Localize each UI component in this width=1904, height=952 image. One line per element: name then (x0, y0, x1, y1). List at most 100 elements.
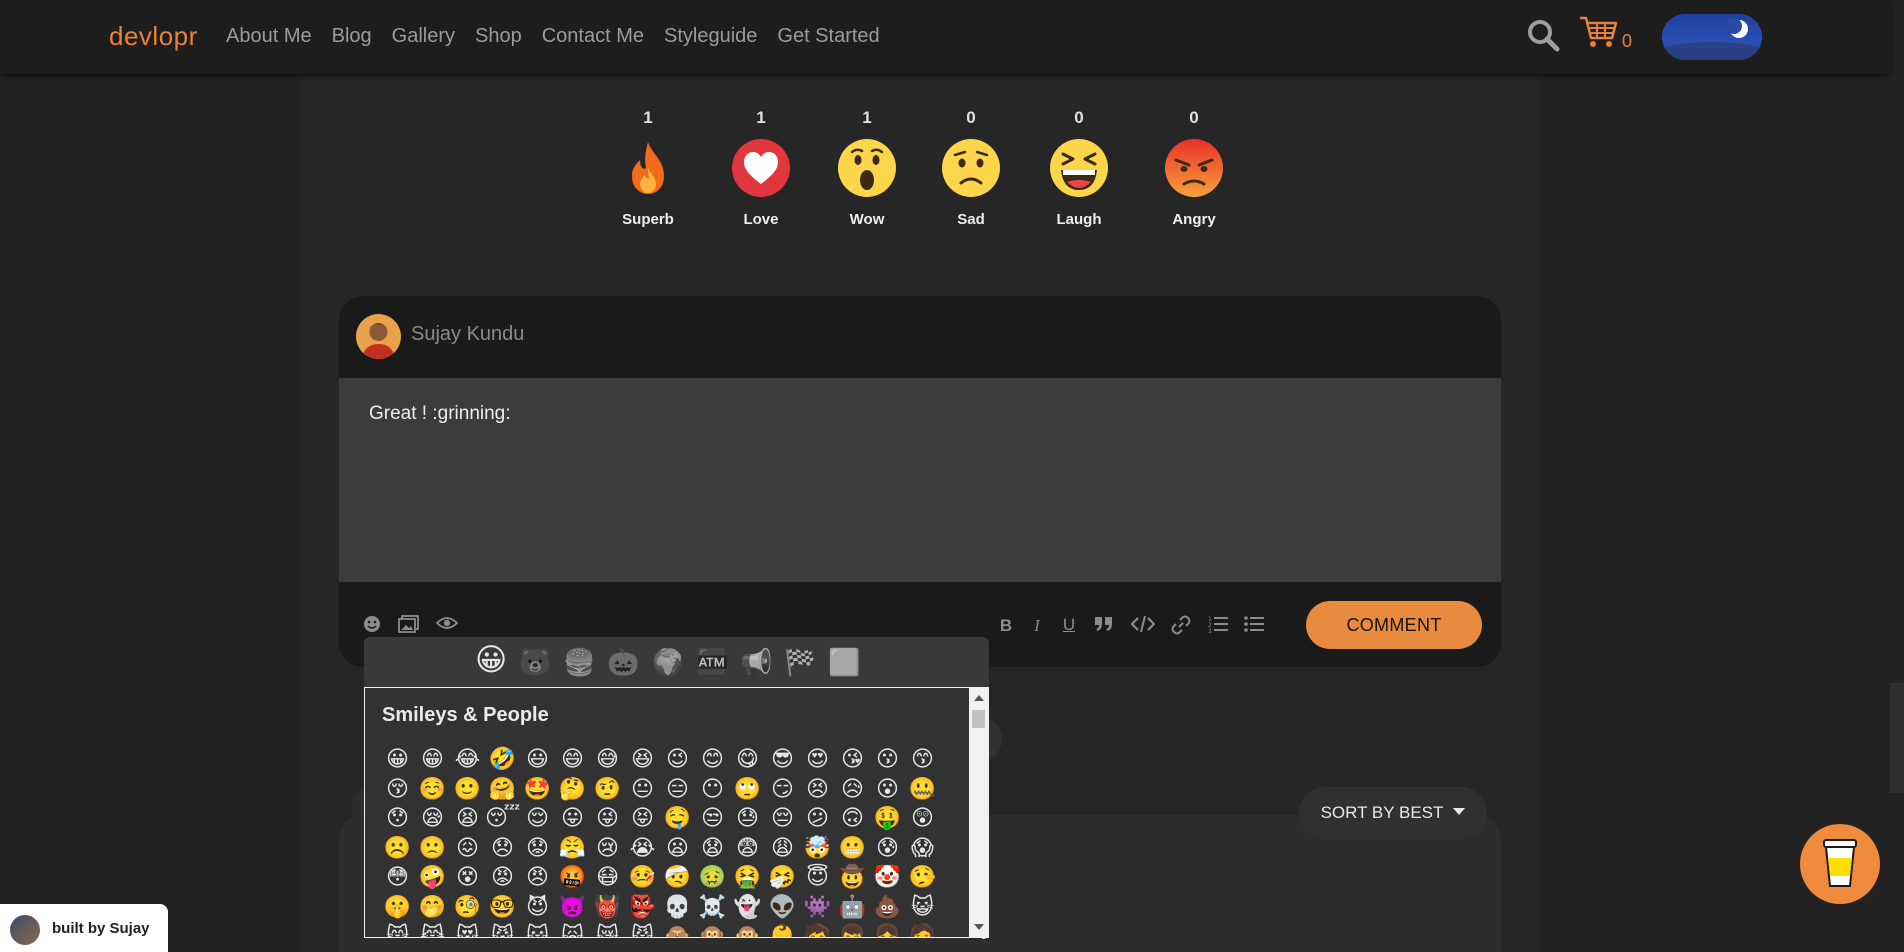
emoji-list[interactable]: Smileys & People 😀 😁 😂 🤣 😃 😄 😅 😆 😉 😊 😋 😎 😍 😘 😗 😙 😚 ☺️ 🙂 🤗 🤩 🤔… (364, 687, 989, 938)
emoji-item[interactable]: 😿 (590, 921, 625, 937)
nav-link-shop[interactable]: Shop (475, 25, 522, 48)
emoji-item[interactable]: 😒 (695, 803, 730, 833)
emoji-item[interactable]: 😇 (800, 862, 835, 892)
emoji-item[interactable]: 😈 (520, 892, 555, 922)
emoji-item[interactable]: ☠️ (695, 892, 730, 922)
emoji-item[interactable]: 💀 (660, 892, 695, 922)
emoji-item[interactable]: 😨 (730, 833, 765, 863)
emoji-item[interactable]: 😉 (660, 744, 695, 774)
emoji-item[interactable]: 😝 (625, 803, 660, 833)
emoji-item[interactable]: 🤪 (415, 862, 450, 892)
emoji-icon[interactable] (361, 615, 383, 637)
emoji-item[interactable]: 😛 (555, 803, 590, 833)
emoji-item[interactable]: 🤤 (660, 803, 695, 833)
emoji-item[interactable]: 👦 (835, 921, 870, 937)
nav-link-about[interactable]: About Me (226, 25, 312, 48)
emoji-item[interactable]: 👽 (765, 892, 800, 922)
emoji-item[interactable]: 😟 (520, 833, 555, 863)
emoji-item[interactable]: 😌 (520, 803, 555, 833)
emoji-item[interactable]: 😬 (835, 833, 870, 863)
quote-icon[interactable] (1093, 615, 1115, 637)
emoji-item[interactable]: 😾 (625, 921, 660, 937)
emoji-item[interactable]: 🙈 (660, 921, 695, 937)
emoji-item[interactable]: 🙁 (415, 833, 450, 863)
emoji-item[interactable]: 😘 (835, 744, 870, 774)
category-food-icon[interactable]: 🍔 (563, 646, 595, 678)
comment-submit-button[interactable]: COMMENT (1306, 601, 1482, 649)
emoji-item[interactable]: 😼 (485, 921, 520, 937)
emoji-item[interactable]: 👶 (765, 921, 800, 937)
emoji-item[interactable]: 🤐 (905, 774, 940, 804)
category-smileys-icon[interactable]: 😀 (475, 644, 507, 676)
emoji-item[interactable]: 😫 (450, 803, 485, 833)
brand-logo[interactable]: devlopr (109, 21, 198, 52)
emoji-item[interactable]: 👿 (555, 892, 590, 922)
underline-button[interactable]: U (1058, 614, 1080, 636)
emoji-item[interactable]: 😴 (485, 803, 520, 833)
nav-link-contact[interactable]: Contact Me (542, 25, 644, 48)
emoji-item[interactable]: 😗 (870, 744, 905, 774)
emoji-item[interactable]: 😽 (520, 921, 555, 937)
emoji-item[interactable]: 😮 (870, 774, 905, 804)
emoji-item[interactable]: 🤒 (625, 862, 660, 892)
emoji-item[interactable]: 🤫 (380, 892, 415, 922)
code-icon[interactable] (1130, 615, 1156, 637)
emoji-item[interactable]: 😰 (870, 833, 905, 863)
bold-button[interactable]: B (995, 615, 1017, 637)
emoji-item[interactable]: 😀 (380, 744, 415, 774)
emoji-item[interactable]: 🤠 (835, 862, 870, 892)
emoji-item[interactable]: 😎 (765, 744, 800, 774)
emoji-item[interactable]: 😪 (415, 803, 450, 833)
emoji-item[interactable]: 🤔 (555, 774, 590, 804)
category-animals-icon[interactable]: 🐻 (519, 646, 551, 678)
emoji-item[interactable]: 🤓 (485, 892, 520, 922)
image-icon[interactable] (398, 614, 420, 636)
emoji-item[interactable]: 😃 (520, 744, 555, 774)
emoji-item[interactable]: 🤧 (765, 862, 800, 892)
emoji-item[interactable]: 🤑 (870, 803, 905, 833)
emoji-item[interactable]: 🤡 (870, 862, 905, 892)
emoji-item[interactable]: 🙉 (695, 921, 730, 937)
emoji-item[interactable]: 👧 (870, 921, 905, 937)
scroll-up-icon[interactable] (974, 695, 984, 701)
emoji-item[interactable]: 😏 (765, 774, 800, 804)
category-activity-icon[interactable]: 🎃 (607, 646, 639, 678)
emoji-item[interactable]: 😣 (800, 774, 835, 804)
emoji-item[interactable]: 😳 (380, 862, 415, 892)
comment-textarea[interactable] (339, 378, 1501, 582)
scroll-thumb[interactable] (972, 710, 985, 728)
search-icon[interactable] (1526, 18, 1560, 52)
emoji-item[interactable]: 😤 (555, 833, 590, 863)
emoji-item[interactable]: 😕 (800, 803, 835, 833)
emoji-item[interactable]: 🤖 (835, 892, 870, 922)
nav-link-get-started[interactable]: Get Started (777, 25, 879, 48)
emoji-item[interactable]: 🙃 (835, 803, 870, 833)
emoji-item[interactable]: 😖 (450, 833, 485, 863)
reaction-love[interactable]: 1 Love (721, 108, 801, 228)
emoji-item[interactable]: 👻 (730, 892, 765, 922)
sort-dropdown[interactable]: SORT BY BEST (1299, 787, 1487, 839)
emoji-item[interactable]: ☹️ (380, 833, 415, 863)
emoji-item[interactable]: 😸 (380, 921, 415, 937)
emoji-item[interactable]: 😚 (380, 774, 415, 804)
emoji-item[interactable]: 😠 (520, 862, 555, 892)
emoji-item[interactable]: 🙊 (730, 921, 765, 937)
emoji-item[interactable]: 🤨 (590, 774, 625, 804)
category-custom-icon[interactable]: ⬜ (828, 646, 860, 678)
reaction-wow[interactable]: 1 Wow (827, 108, 907, 228)
emoji-item[interactable]: 😺 (905, 892, 940, 922)
emoji-item[interactable]: 🙂 (450, 774, 485, 804)
scroll-down-icon[interactable] (974, 924, 984, 930)
emoji-item[interactable]: 😂 (450, 744, 485, 774)
emoji-item[interactable]: 🤗 (485, 774, 520, 804)
emoji-item[interactable]: 🤭 (415, 892, 450, 922)
nav-link-gallery[interactable]: Gallery (392, 25, 455, 48)
nav-link-blog[interactable]: Blog (332, 25, 372, 48)
emoji-item[interactable]: 😯 (380, 803, 415, 833)
theme-toggle[interactable] (1662, 14, 1762, 60)
emoji-item[interactable]: 💩 (870, 892, 905, 922)
emoji-item[interactable]: 😐 (625, 774, 660, 804)
built-by-badge[interactable]: built by Sujay (0, 904, 168, 952)
emoji-item[interactable]: 😭 (625, 833, 660, 863)
emoji-item[interactable]: 🤢 (695, 862, 730, 892)
